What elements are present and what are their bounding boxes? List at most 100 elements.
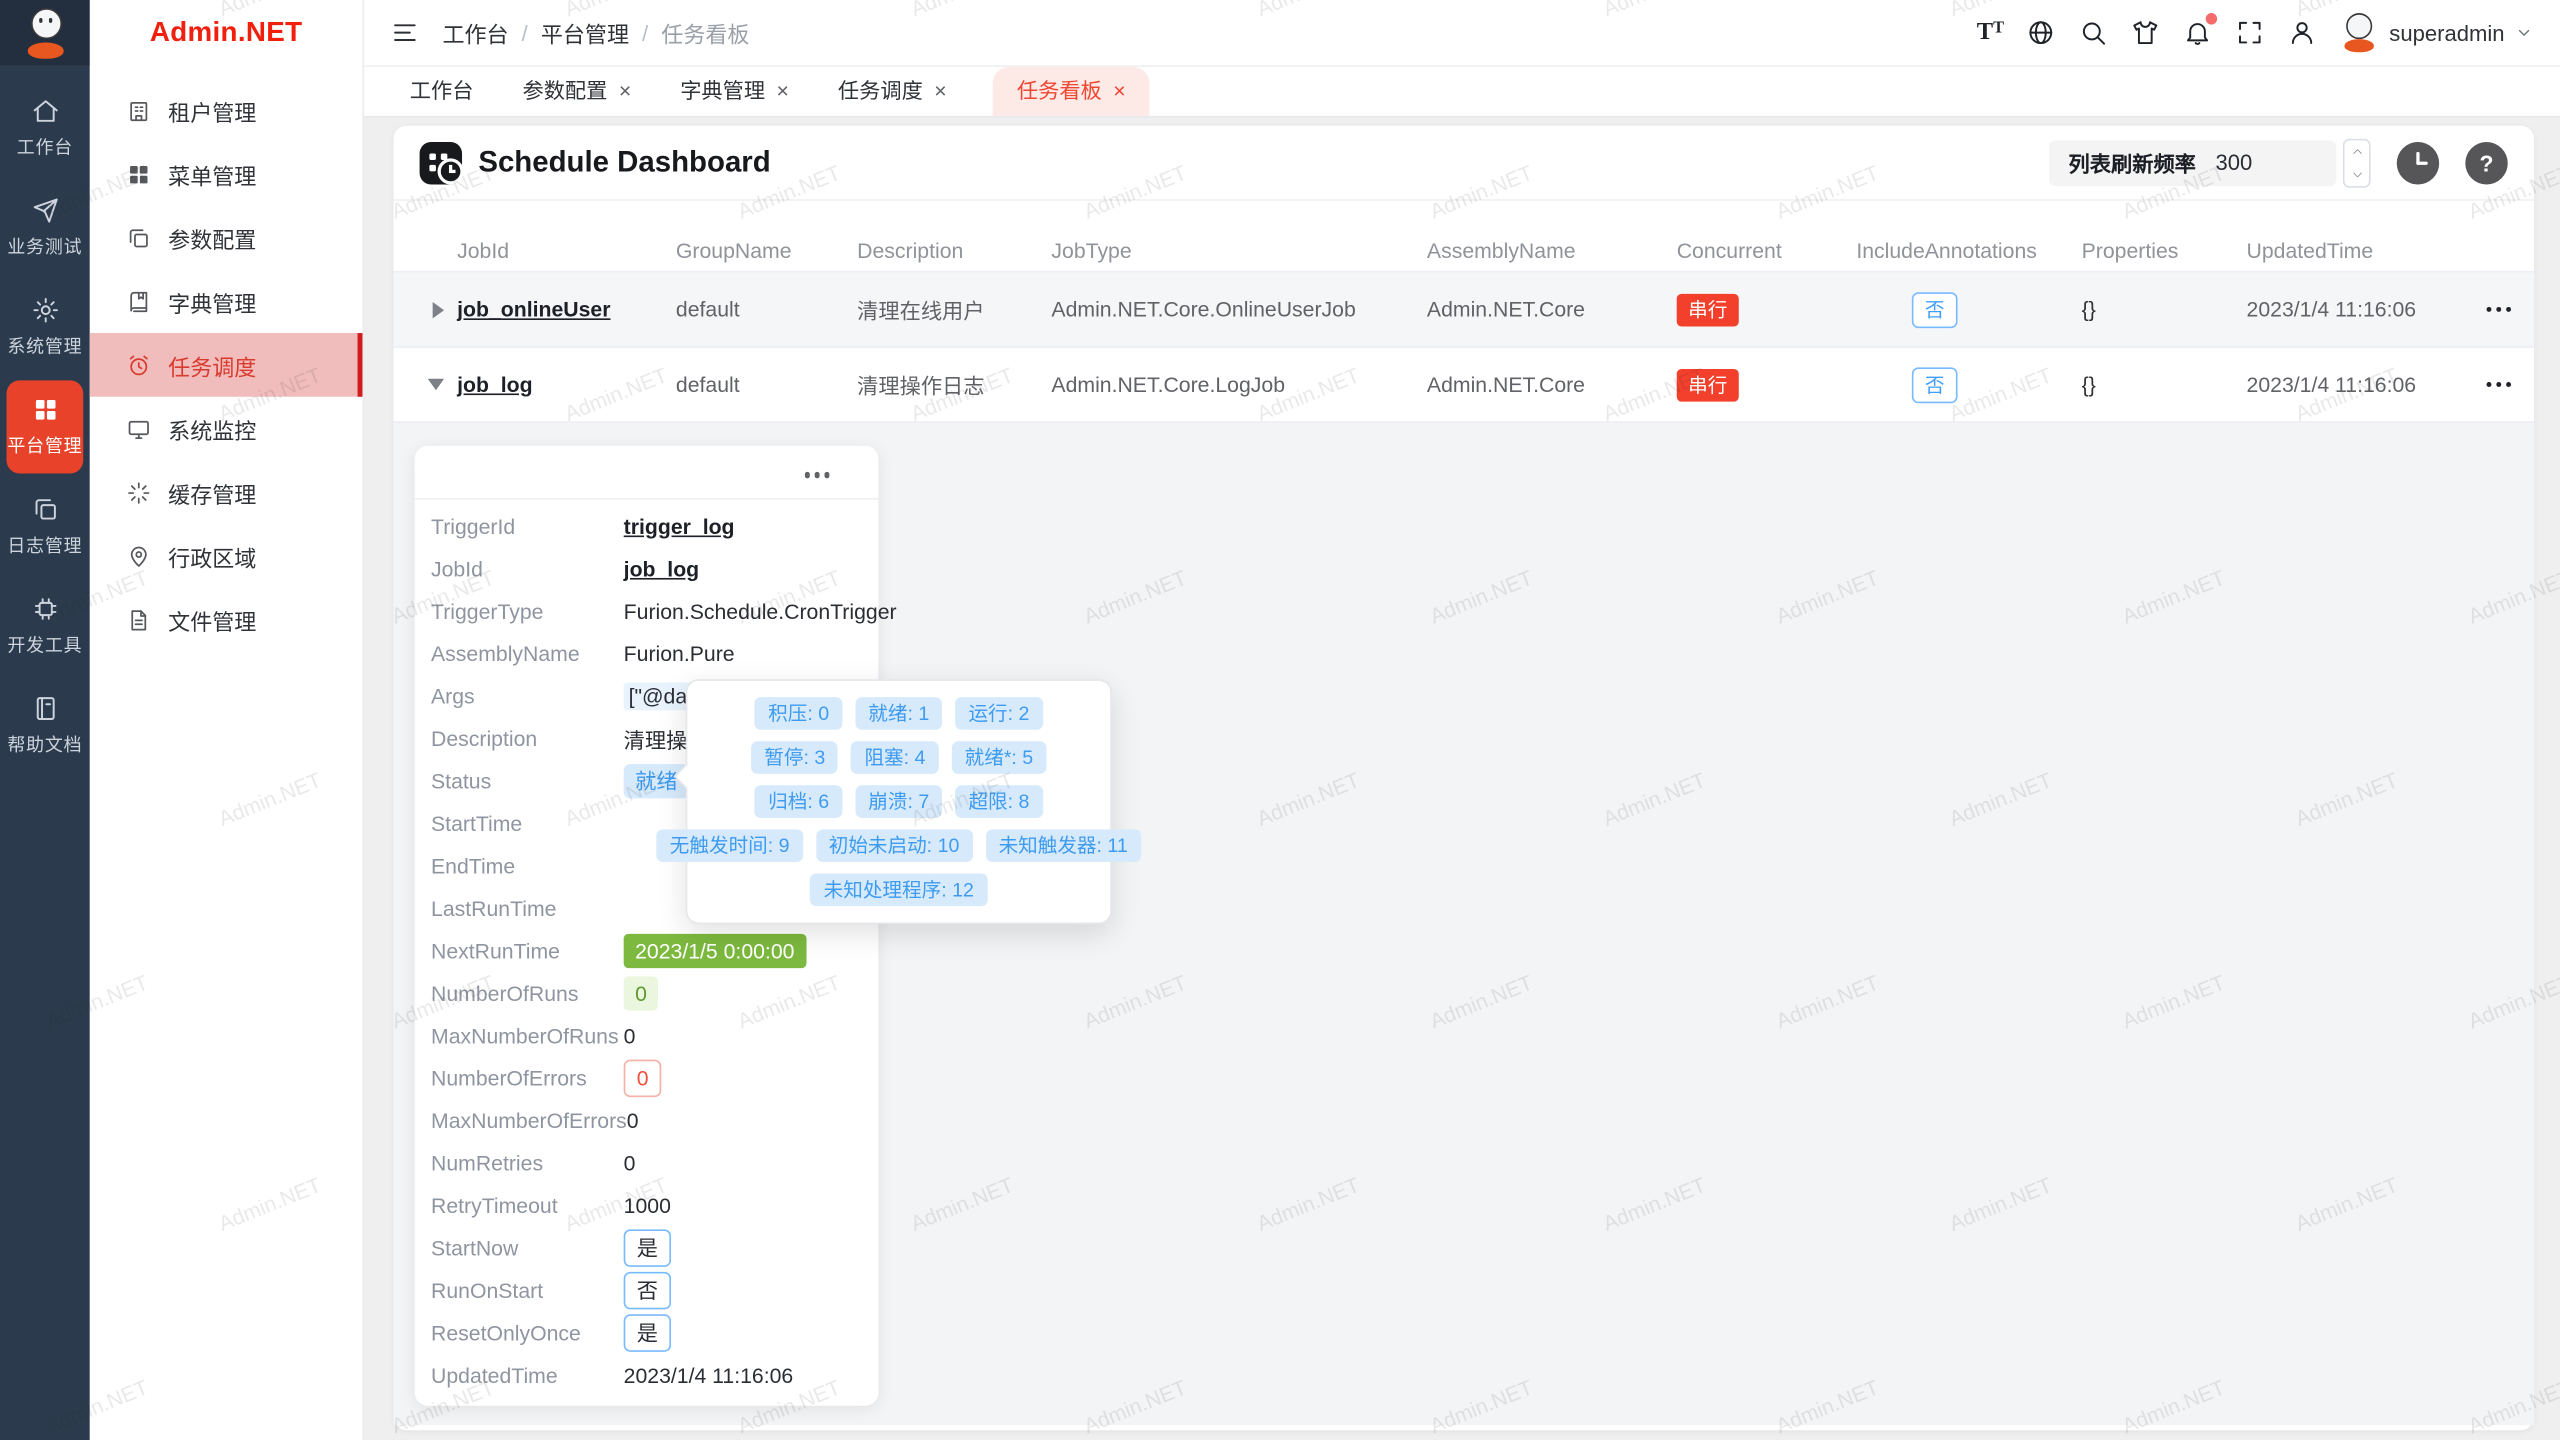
rail-item-business-test[interactable]: 业务测试: [7, 181, 84, 274]
username-label: superadmin: [2389, 20, 2504, 44]
sidebar-item-system-monitor[interactable]: 系统监控: [90, 397, 363, 461]
secondary-sidebar: Admin.NET 租户管理 菜单管理 参数配置 字典管理 任务调度: [90, 0, 364, 1440]
help-icon[interactable]: ?: [2465, 141, 2507, 183]
breadcrumb-item-task-dashboard: 任务看板: [661, 16, 749, 49]
breadcrumb-separator: /: [522, 20, 528, 44]
refresh-rate-input[interactable]: [2212, 149, 2316, 177]
tab-close-icon[interactable]: ×: [934, 67, 946, 116]
sidebar-item-label: 租户管理: [168, 94, 256, 127]
row-expansion-panel: TriggerIdtrigger_log JobIdjob_log Trigge…: [393, 423, 2533, 1425]
menu-grid-icon: [126, 161, 152, 187]
row-actions-button[interactable]: [2486, 382, 2534, 388]
include-annotations-tag: 否: [1912, 367, 1958, 403]
job-id-link[interactable]: job_log: [624, 556, 699, 580]
refresh-rate-stepper: [2343, 138, 2371, 187]
tab-dict-mgmt[interactable]: 字典管理 ×: [677, 67, 792, 116]
app-logo[interactable]: [0, 0, 90, 65]
stepper-down-icon[interactable]: [2344, 162, 2368, 185]
avatar: [2340, 13, 2379, 52]
rail-item-label: 工作台: [17, 134, 73, 160]
map-pin-icon: [126, 543, 152, 569]
next-run-time-tag: 2023/1/5 0:00:00: [624, 933, 806, 967]
sidebar-item-task-schedule[interactable]: 任务调度: [90, 333, 363, 397]
user-dropdown[interactable]: superadmin: [2340, 13, 2534, 52]
status-legend-popover: 积压: 0 就绪: 1 运行: 2 暂停: 3 阻塞: 4 就绪*: 5 归档:…: [686, 679, 1112, 924]
tab-close-icon[interactable]: ×: [619, 67, 631, 116]
cpu-icon: [30, 594, 59, 623]
tab-param-config[interactable]: 参数配置 ×: [519, 67, 634, 116]
home-icon: [30, 96, 59, 125]
sidebar-item-menu-mgmt[interactable]: 菜单管理: [90, 142, 363, 206]
main-area: 工作台 / 平台管理 / 任务看板 TT: [364, 0, 2560, 1440]
cell-assembly-name: Admin.NET.Core: [1427, 372, 1677, 396]
rail-item-system-mgmt[interactable]: 系统管理: [7, 281, 84, 374]
detail-label: NextRunTime: [431, 938, 624, 962]
sidebar-item-dict-mgmt[interactable]: 字典管理: [90, 269, 363, 333]
font-size-icon[interactable]: TT: [1977, 20, 2004, 44]
cell-job-type: Admin.NET.Core.LogJob: [1051, 372, 1427, 396]
status-popup-tag: 归档: 6: [755, 785, 842, 818]
detail-label: EndTime: [431, 853, 624, 877]
status-popup-tag: 阻塞: 4: [851, 741, 938, 774]
detail-value: 1000: [624, 1193, 671, 1217]
alarm-clock-icon: [126, 352, 152, 378]
tab-workbench[interactable]: 工作台: [407, 67, 477, 116]
job-id-link[interactable]: job_onlineUser: [457, 297, 676, 321]
tab-task-dashboard[interactable]: 任务看板 ×: [992, 67, 1150, 116]
col-jobtype: JobType: [1051, 238, 1427, 262]
job-id-link[interactable]: job_log: [457, 372, 676, 396]
theme-shirt-icon[interactable]: [2131, 18, 2160, 47]
expand-row-icon[interactable]: [433, 301, 444, 317]
cell-updated-time: 2023/1/4 11:16:06: [2247, 297, 2459, 321]
breadcrumb-item-workbench[interactable]: 工作台: [442, 16, 508, 49]
detail-label: TriggerId: [431, 513, 624, 537]
rail-item-log-mgmt[interactable]: 日志管理: [7, 480, 84, 573]
sidebar-item-admin-region[interactable]: 行政区域: [90, 524, 363, 588]
detail-actions-button[interactable]: [804, 472, 852, 478]
refresh-rate-field[interactable]: 列表刷新频率: [2049, 140, 2336, 186]
tab-close-icon[interactable]: ×: [777, 67, 789, 116]
trigger-id-link[interactable]: trigger_log: [624, 513, 735, 537]
tab-close-icon[interactable]: ×: [1113, 67, 1125, 116]
brand-logo[interactable]: Admin.NET: [90, 0, 363, 65]
sidebar-item-cache-mgmt[interactable]: 缓存管理: [90, 460, 363, 524]
menu-fold-icon[interactable]: [390, 18, 419, 47]
rail-item-dev-tools[interactable]: 开发工具: [7, 580, 84, 673]
start-now-tag: 是: [624, 1229, 671, 1267]
fullscreen-icon[interactable]: [2236, 18, 2265, 47]
detail-label: UpdatedTime: [431, 1362, 624, 1386]
sidebar-item-param-config[interactable]: 参数配置: [90, 206, 363, 270]
tab-label: 参数配置: [522, 67, 607, 116]
book-icon: [126, 288, 152, 314]
rail-item-help-docs[interactable]: 帮助文档: [7, 679, 84, 772]
collapse-row-icon[interactable]: [428, 379, 444, 390]
include-annotations-tag: 否: [1912, 291, 1958, 327]
rail-item-platform-mgmt[interactable]: 平台管理: [7, 380, 84, 473]
tab-task-schedule[interactable]: 任务调度 ×: [835, 67, 950, 116]
detail-label: StartTime: [431, 811, 624, 835]
globe-icon[interactable]: [2027, 18, 2056, 47]
table-row[interactable]: job_log default 清理操作日志 Admin.NET.Core.Lo…: [393, 348, 2533, 423]
detail-label: NumRetries: [431, 1150, 624, 1174]
notification-badge: [2206, 13, 2217, 24]
table-row[interactable]: job_onlineUser default 清理在线用户 Admin.NET.…: [393, 273, 2533, 348]
cell-properties: {}: [2082, 297, 2247, 321]
row-actions-button[interactable]: [2486, 307, 2534, 313]
detail-label: AssemblyName: [431, 641, 624, 665]
detail-label: RetryTimeout: [431, 1193, 624, 1217]
user-profile-icon[interactable]: [2288, 18, 2317, 47]
status-popup-tag: 崩溃: 7: [855, 785, 942, 818]
sidebar-item-file-mgmt[interactable]: 文件管理: [90, 588, 363, 652]
tab-bar: 工作台 参数配置 × 字典管理 × 任务调度 × 任务看板 ×: [364, 67, 2560, 118]
sidebar-item-tenant-mgmt[interactable]: 租户管理: [90, 78, 363, 142]
reset-only-once-tag: 是: [624, 1313, 671, 1351]
search-icon[interactable]: [2079, 18, 2108, 47]
chevron-down-icon: [2514, 23, 2534, 43]
timer-icon[interactable]: [2397, 141, 2439, 183]
breadcrumb-item-platform-mgmt[interactable]: 平台管理: [541, 16, 629, 49]
status-popup-tag: 暂停: 3: [751, 741, 838, 774]
status-popup-tag: 积压: 0: [755, 697, 842, 730]
notification-bell-icon[interactable]: [2184, 18, 2213, 47]
rail-item-workbench[interactable]: 工作台: [7, 82, 84, 175]
stepper-up-icon[interactable]: [2344, 140, 2368, 163]
